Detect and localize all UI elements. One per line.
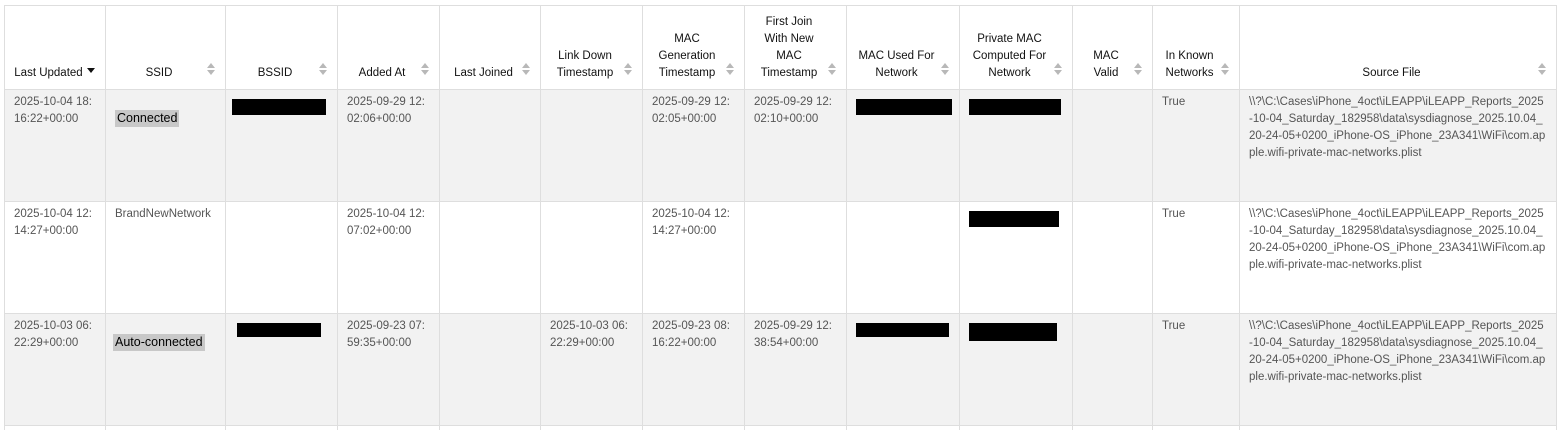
cell-mac-valid [1073,314,1152,318]
cell-link-down [541,202,642,206]
column-header-bssid[interactable]: BSSID [225,5,338,90]
column-header-source-file[interactable]: Source File [1239,5,1557,90]
report-view: Last Updated SSID BSSID Added At Last Jo… [0,0,1563,430]
cell-added-at: 2025-10-04 12:07:02+00:00 [347,208,426,237]
column-header-added-at[interactable]: Added At [337,5,440,90]
cell-mac-valid [1073,202,1152,206]
column-header-label: First Join With New MAC Timestamp [760,16,818,79]
ssid-redaction-label: Auto-connected [113,334,205,351]
cell-last-updated: 2025-10-04 18:16:22+00:00 [14,96,93,125]
table-row[interactable]: 2025-10-04 18:16:22+00:00 Connected 2025… [4,89,1557,202]
column-header-in-known-networks[interactable]: In Known Networks [1152,5,1240,90]
sort-icon[interactable] [941,63,950,77]
cell-mac-generation: 2025-10-04 12:14:27+00:00 [652,208,731,237]
column-header-label: Last Joined [454,67,513,79]
cell-last-joined [440,314,540,318]
cell-first-join-new-mac: 2025-09-29 12:38:54+00:00 [754,320,833,349]
table-row[interactable] [4,425,1557,430]
column-header-link-down-timestamp[interactable]: Link Down Timestamp [540,5,643,90]
cell-bssid [226,202,337,206]
cell-added-at: 2025-09-23 07:59:35+00:00 [347,320,426,349]
table-row[interactable]: 2025-10-04 12:14:27+00:00 BrandNewNetwor… [4,201,1557,314]
column-header-label: MAC Valid [1093,50,1119,79]
column-header-label: MAC Used For Network [858,50,935,79]
cell-mac-used [847,202,959,206]
sort-icon[interactable] [522,63,531,77]
column-header-label: Source File [1362,67,1421,79]
bssid-redaction [232,99,326,115]
sort-icon[interactable] [421,63,430,77]
sort-icon[interactable] [207,63,216,77]
cell-in-known-networks: True [1162,208,1186,220]
cell-mac-generation: 2025-09-29 12:02:05+00:00 [652,96,731,125]
wifi-private-mac-table: Last Updated SSID BSSID Added At Last Jo… [4,5,1557,430]
column-header-label: In Known Networks [1165,50,1214,79]
cell-link-down [541,90,642,94]
cell-last-updated: 2025-10-04 12:14:27+00:00 [14,208,93,237]
sort-icon[interactable] [1221,63,1230,77]
cell-mac-valid [1073,90,1152,94]
mac-used-redaction [856,99,952,115]
mac-used-redaction [856,323,949,337]
sort-icon[interactable] [624,63,633,77]
bssid-redaction [237,323,321,337]
private-mac-redaction [969,323,1057,341]
column-header-label: BSSID [257,67,293,79]
header-row: Last Updated SSID BSSID Added At Last Jo… [4,5,1557,90]
table-row[interactable]: 2025-10-03 06:22:29+00:00 Auto-connected… [4,313,1557,426]
column-header-first-join-new-mac[interactable]: First Join With New MAC Timestamp [744,5,847,90]
cell-first-join-new-mac [745,202,846,206]
column-header-label: MAC Generation Timestamp [658,33,716,79]
column-header-mac-valid[interactable]: MAC Valid [1072,5,1153,90]
column-header-label: SSID [145,67,173,79]
cell-last-joined [440,90,540,94]
cell-link-down: 2025-10-03 06:22:29+00:00 [550,320,629,349]
cell-mac-generation: 2025-09-23 08:16:22+00:00 [652,320,731,349]
cell-last-updated: 2025-10-03 06:22:29+00:00 [14,320,93,349]
ssid-redaction-label: Connected [115,110,180,127]
sort-icon[interactable] [1134,63,1143,77]
cell-added-at: 2025-09-29 12:02:06+00:00 [347,96,426,125]
column-header-private-mac[interactable]: Private MAC Computed For Network [959,5,1073,90]
cell-in-known-networks: True [1162,320,1186,332]
cell-last-joined [440,202,540,206]
sort-icon[interactable] [726,63,735,77]
column-header-mac-used[interactable]: MAC Used For Network [846,5,960,90]
sort-descending-icon[interactable] [87,63,96,77]
column-header-label: Last Updated [14,67,83,79]
column-header-label: Private MAC Computed For Network [972,33,1047,79]
sort-icon[interactable] [319,63,328,77]
sort-icon[interactable] [1054,63,1063,77]
column-header-label: Link Down Timestamp [556,50,614,79]
private-mac-redaction [969,99,1061,115]
cell-in-known-networks: True [1162,96,1186,108]
sort-icon[interactable] [1538,63,1547,77]
sort-icon[interactable] [828,63,837,77]
column-header-last-joined[interactable]: Last Joined [439,5,541,90]
cell-ssid: BrandNewNetwork [115,208,211,220]
column-header-ssid[interactable]: SSID [105,5,226,90]
cell-source-file: \\?\C:\Cases\iPhone_4oct\iLEAPP\iLEAPP_R… [1249,208,1546,271]
cell-source-file: \\?\C:\Cases\iPhone_4oct\iLEAPP\iLEAPP_R… [1249,320,1546,383]
private-mac-redaction [969,211,1059,227]
column-header-label: Added At [358,67,406,79]
column-header-mac-generation-timestamp[interactable]: MAC Generation Timestamp [642,5,745,90]
cell-source-file: \\?\C:\Cases\iPhone_4oct\iLEAPP\iLEAPP_R… [1249,96,1546,159]
cell-first-join-new-mac: 2025-09-29 12:02:10+00:00 [754,96,833,125]
column-header-last-updated[interactable]: Last Updated [4,5,106,90]
